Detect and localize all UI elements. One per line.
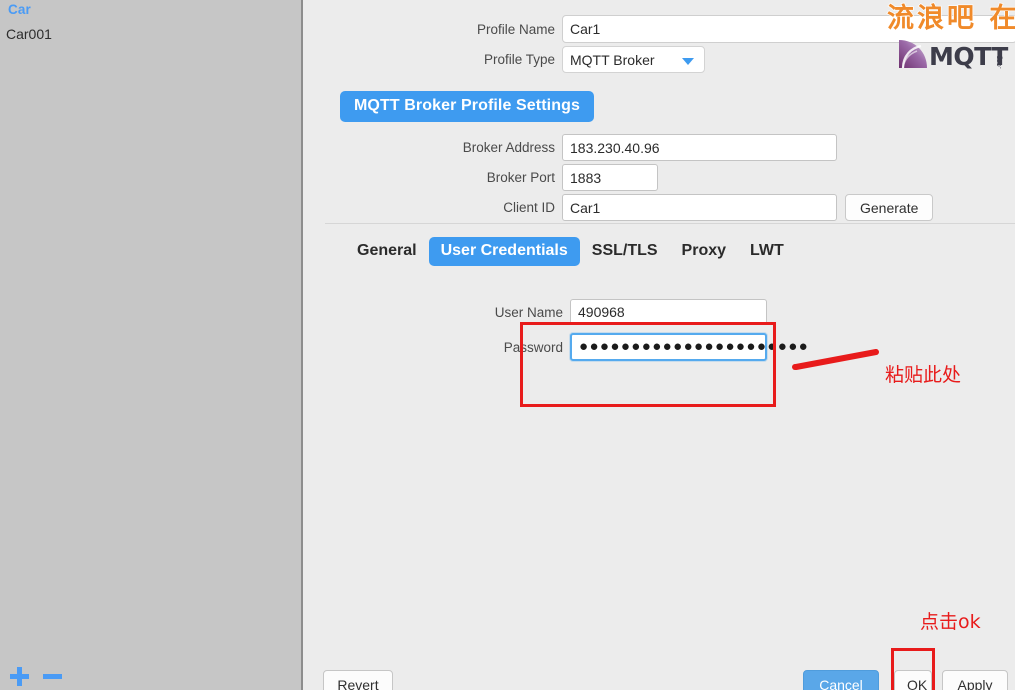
tree-item-car001[interactable]: Car001 [6,26,52,42]
profile-type-select[interactable]: MQTT Broker [562,46,705,73]
annotation-text-click-ok: 点击ok [920,611,981,633]
revert-button[interactable]: Revert [323,670,393,690]
broker-port-input[interactable] [562,164,658,191]
password-label: Password [503,339,563,355]
application-window: Car Car001 Profile Name Profile Type MQT… [0,0,1015,690]
chevron-down-icon [682,58,694,65]
broker-port-row: Broker Port [450,164,658,191]
tab-user-credentials[interactable]: User Credentials [428,237,580,266]
user-name-input[interactable] [570,299,767,325]
apply-button[interactable]: Apply [942,670,1008,690]
profile-tree-sidebar: Car Car001 [0,0,303,690]
password-row: Password ●●●●●●●●●●●●●●●●●●●●●● [475,333,808,361]
remove-profile-icon[interactable] [43,667,62,686]
user-name-label: User Name [494,304,563,320]
tab-general[interactable]: General [345,237,429,266]
section-divider [325,223,1015,224]
profile-type-label: Profile Type [483,52,555,67]
tree-group-car[interactable]: Car [8,2,31,17]
sidebar-actions [10,667,62,686]
broker-port-label: Broker Port [486,170,555,185]
client-id-label: Client ID [503,200,555,215]
tab-ssl-tls[interactable]: SSL/TLS [580,237,670,266]
annotation-text-paste-here: 粘贴此处 [885,364,962,386]
mqtt-logo: MQTT .org [897,38,1009,71]
profile-type-selected-value: MQTT Broker [570,51,655,68]
broker-address-input[interactable] [562,134,837,161]
ok-button[interactable]: OK [894,670,932,690]
broker-address-row: Broker Address [450,134,837,161]
password-input[interactable]: ●●●●●●●●●●●●●●●●●●●●●● [570,333,808,361]
section-badge-broker-settings: MQTT Broker Profile Settings [340,91,594,122]
broker-address-label: Broker Address [462,140,555,155]
profile-editor-panel: Profile Name Profile Type MQTT Broker [305,0,1015,690]
credentials-tabstrip: General User Credentials SSL/TLS Proxy L… [345,237,796,266]
password-masked-value: ●●●●●●●●●●●●●●●●●●●●●● [579,338,810,355]
svg-text:.org: .org [995,55,1003,69]
cancel-button[interactable]: Cancel [803,670,879,690]
profile-type-row: Profile Type MQTT Broker [460,46,705,73]
generate-client-id-button[interactable]: Generate [845,194,934,221]
add-profile-icon[interactable] [10,667,29,686]
profile-name-label: Profile Name [476,21,555,37]
user-name-row: User Name [475,299,767,325]
client-id-input[interactable] [562,194,837,221]
watermark-text: 流浪吧 在 [886,2,1015,34]
client-id-row: Client ID Generate [450,194,934,221]
tab-lwt[interactable]: LWT [738,237,796,266]
tab-proxy[interactable]: Proxy [670,237,738,266]
